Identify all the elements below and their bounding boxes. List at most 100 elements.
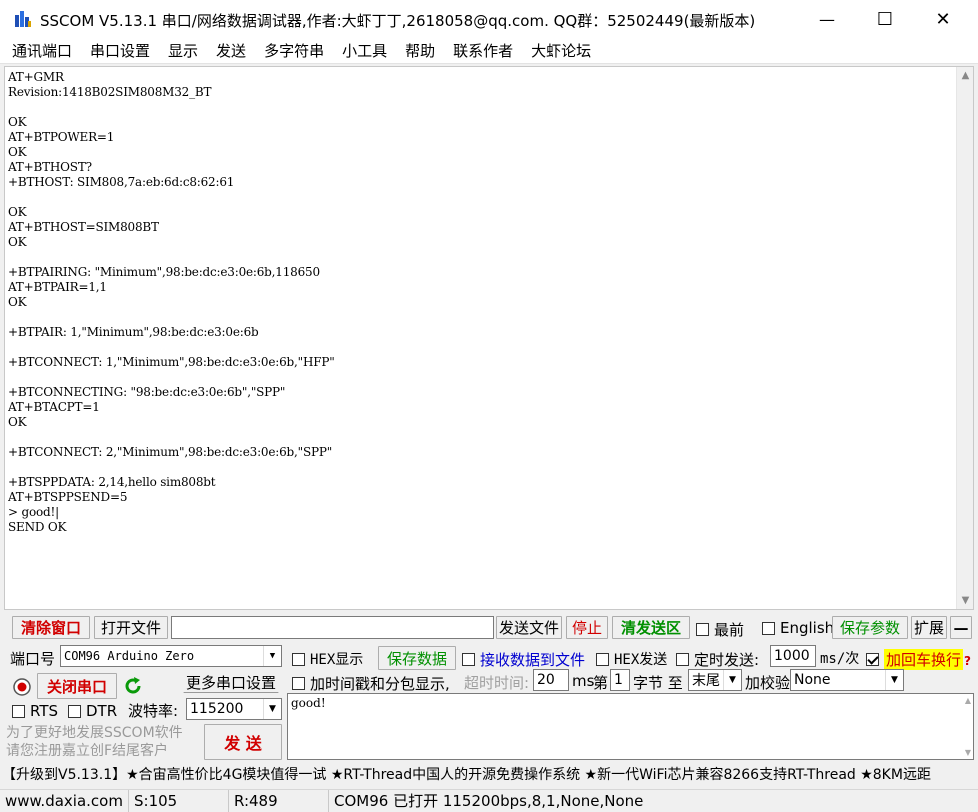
checkbox-icon [292, 652, 305, 666]
send-button[interactable]: 发 送 [204, 724, 282, 760]
minimize-button[interactable]: — [798, 0, 856, 38]
clear-send-button[interactable]: 清发送区 [612, 616, 690, 639]
send-input-text: good! [291, 696, 326, 710]
english-label: English [780, 619, 835, 637]
maximize-button[interactable]: ☐ [856, 0, 914, 38]
topmost-label: 最前 [714, 621, 745, 639]
hint-line-1: 为了更好地发展SSCOM软件 [6, 725, 183, 741]
save-params-button[interactable]: 保存参数 [832, 616, 908, 639]
scroll-down-icon[interactable]: ▼ [957, 592, 974, 609]
rts-label: RTS [30, 702, 59, 720]
app-logo-icon [15, 11, 31, 27]
port-label: 端口号 [10, 650, 56, 668]
more-settings-button[interactable]: 更多串口设置 [183, 671, 279, 693]
stop-button[interactable]: 停止 [566, 616, 608, 639]
received-count: R:489 [229, 790, 329, 812]
menu-contact-author[interactable]: 联系作者 [444, 38, 522, 64]
timed-send-label: 定时发送: [694, 651, 760, 669]
file-path-input[interactable] [171, 616, 494, 639]
menu-multi-string[interactable]: 多字符串 [255, 38, 333, 64]
scroll-up-icon[interactable]: ▲ [957, 67, 974, 84]
port-select[interactable]: COM96 Arduino Zero ▼ [60, 645, 282, 667]
ad-marquee[interactable]: 【升级到V5.13.1】★合宙高性价比4G模块值得一试 ★RT-Thread中国… [0, 764, 978, 786]
menu-serial-settings[interactable]: 串口设置 [81, 38, 159, 64]
baud-select[interactable]: 115200 ▼ [186, 698, 282, 720]
port-status: COM96 已打开 115200bps,8,1,None,None [334, 792, 644, 810]
end-select-value: 末尾 [692, 673, 720, 689]
collapse-button[interactable]: — [950, 616, 972, 639]
receive-area[interactable]: AT+GMR Revision:1418B02SIM808M32_BT OK A… [4, 66, 974, 610]
chevron-down-icon: ▼ [885, 670, 903, 690]
menu-tools[interactable]: 小工具 [333, 38, 396, 64]
add-crlf-checkbox[interactable]: 加回车换行 [866, 649, 964, 670]
checkbox-icon [676, 653, 689, 666]
dtr-checkbox[interactable]: DTR [68, 702, 117, 720]
refresh-icon[interactable] [122, 675, 144, 697]
website-link[interactable]: www.daxia.com [0, 790, 129, 812]
baud-select-value: 115200 [190, 701, 244, 717]
menu-forum[interactable]: 大虾论坛 [522, 38, 600, 64]
close-port-button[interactable]: 关闭串口 [37, 673, 117, 699]
send-file-button[interactable]: 发送文件 [496, 616, 562, 639]
byte-index-input[interactable]: 1 [610, 669, 630, 691]
menu-send[interactable]: 发送 [207, 38, 255, 64]
nth-label: 第 [593, 674, 609, 692]
menu-help[interactable]: 帮助 [396, 38, 444, 64]
title-bar: SSCOM V5.13.1 串口/网络数据调试器,作者:大虾丁丁,2618058… [0, 0, 978, 38]
status-bar: www.daxia.com S:105 R:489 COM96 已打开 1152… [0, 789, 978, 812]
checkbox-icon [12, 704, 25, 718]
receive-scrollbar[interactable]: ▲ ▼ [956, 67, 973, 609]
end-select[interactable]: 末尾 ▼ [688, 669, 742, 691]
sscom-window: SSCOM V5.13.1 串口/网络数据调试器,作者:大虾丁丁,2618058… [0, 0, 978, 812]
interval-input[interactable]: 1000 [770, 645, 816, 667]
checksum-label: 加校验 [745, 674, 791, 692]
chevron-down-icon: ▼ [263, 699, 281, 719]
timeout-label: 超时时间: [464, 674, 530, 692]
timeout-unit: ms [572, 672, 595, 690]
timed-send-checkbox[interactable]: 定时发送: [676, 649, 759, 670]
hex-display-label: HEX显示 [310, 652, 364, 668]
register-hint: 为了更好地发展SSCOM软件 请您注册嘉立创F结尾客户 [6, 724, 183, 760]
checkbox-icon [696, 623, 709, 636]
timeout-input[interactable]: 20 [533, 669, 569, 691]
close-button[interactable]: ✕ [914, 0, 972, 38]
recv-to-file-checkbox[interactable]: 接收数据到文件 [462, 649, 585, 670]
save-data-button[interactable]: 保存数据 [378, 646, 456, 670]
hex-send-checkbox[interactable]: HEX发送 [596, 649, 667, 669]
scroll-down-icon[interactable]: ▼ [965, 748, 971, 757]
open-file-button[interactable]: 打开文件 [94, 616, 168, 639]
port-select-value: COM96 Arduino Zero [64, 649, 195, 663]
help-icon[interactable]: ? [964, 654, 971, 668]
hex-send-label: HEX发送 [614, 652, 668, 668]
chevron-down-icon: ▼ [263, 646, 281, 666]
menu-comm-port[interactable]: 通讯端口 [0, 38, 81, 64]
chevron-down-icon: ▼ [723, 670, 741, 690]
scroll-up-icon[interactable]: ▲ [965, 696, 971, 705]
byte-to-label: 字节 至 [633, 674, 683, 692]
expand-button[interactable]: 扩展 [911, 616, 947, 639]
send-input[interactable]: good! ▲ ▼ [287, 693, 974, 760]
checksum-select-value: None [794, 672, 831, 688]
timestamp-checkbox[interactable]: 加时间戳和分包显示, [292, 673, 450, 694]
checksum-select[interactable]: None ▼ [790, 669, 904, 691]
checkbox-icon [596, 652, 609, 666]
clear-window-button[interactable]: 清除窗口 [12, 616, 90, 639]
baud-label: 波特率: [128, 702, 179, 720]
menu-display[interactable]: 显示 [159, 38, 207, 64]
file-toolbar: 清除窗口 打开文件 发送文件 停止 清发送区 最前 English 保存参数 扩… [0, 614, 978, 640]
add-crlf-label: 加回车换行 [884, 649, 964, 670]
topmost-checkbox[interactable]: 最前 [696, 619, 744, 640]
hint-line-2: 请您注册嘉立创F结尾客户 [6, 743, 169, 759]
rts-checkbox[interactable]: RTS [12, 702, 58, 720]
hex-display-checkbox[interactable]: HEX显示 [292, 649, 363, 669]
port-status-icon [13, 678, 31, 696]
checkbox-icon [68, 704, 81, 718]
english-checkbox[interactable]: English [762, 619, 834, 637]
checkbox-checked-icon [866, 653, 879, 666]
dtr-label: DTR [86, 702, 118, 720]
window-title: SSCOM V5.13.1 串口/网络数据调试器,作者:大虾丁丁,2618058… [40, 12, 756, 30]
receive-text: AT+GMR Revision:1418B02SIM808M32_BT OK A… [8, 70, 335, 534]
checkbox-icon [462, 653, 475, 666]
checkbox-icon [762, 621, 775, 635]
interval-unit: ms/次 [820, 651, 860, 667]
